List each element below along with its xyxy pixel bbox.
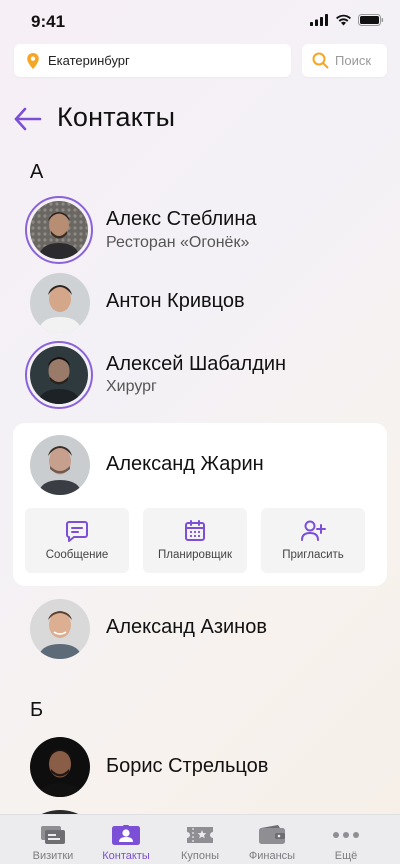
tab-label: Визитки bbox=[32, 850, 74, 862]
avatar bbox=[25, 341, 93, 409]
status-bar: 9:41 bbox=[0, 0, 400, 44]
contact-name: Александ Жарин bbox=[106, 453, 264, 475]
tab-coupons[interactable]: Купоны bbox=[160, 815, 240, 864]
avatar-photo bbox=[30, 599, 90, 659]
contacts-icon bbox=[112, 825, 140, 845]
tab-more[interactable]: Ещё bbox=[306, 815, 386, 864]
contact-name: Александ Азинов bbox=[106, 616, 267, 638]
status-icons bbox=[310, 14, 384, 26]
contact-subtitle: Хирург bbox=[106, 378, 157, 395]
contact-name: Алексей Шабалдин bbox=[106, 353, 287, 375]
contact-row[interactable]: Антон Кривцов bbox=[0, 270, 400, 340]
contact-subtitle: Ресторан «Огонёк» bbox=[106, 234, 250, 251]
wifi-icon bbox=[336, 14, 351, 26]
avatar bbox=[25, 270, 93, 338]
signal-icon bbox=[310, 14, 328, 26]
avatar bbox=[25, 596, 93, 664]
action-label: Пригласить bbox=[282, 549, 344, 561]
avatar-photo bbox=[30, 435, 90, 495]
search-input[interactable]: Поиск bbox=[302, 44, 387, 77]
tab-bar: Визитки Контакты Купоны Финансы Ещё bbox=[0, 814, 400, 864]
tab-cards[interactable]: Визитки bbox=[13, 815, 93, 864]
wallet-icon bbox=[259, 825, 285, 844]
avatar-photo bbox=[30, 201, 88, 259]
coupon-icon bbox=[187, 827, 213, 843]
action-label: Сообщение bbox=[45, 549, 109, 561]
contact-row[interactable]: Александ Азинов bbox=[0, 596, 400, 666]
contact-name: Борис Стрельцов bbox=[106, 755, 269, 777]
avatar bbox=[25, 196, 93, 264]
tab-contacts[interactable]: Контакты bbox=[86, 815, 166, 864]
contact-row[interactable]: Борис Стрельцов bbox=[0, 735, 400, 805]
page-title: Контакты bbox=[57, 102, 176, 132]
avatar-photo bbox=[30, 737, 90, 797]
status-time: 9:41 bbox=[31, 12, 66, 31]
search-placeholder: Поиск bbox=[335, 53, 372, 68]
location-pin-icon bbox=[27, 52, 39, 69]
location-selector[interactable]: Екатеринбург bbox=[14, 44, 291, 77]
contact-card-expanded[interactable]: Александ Жарин Сообщение Планировщик При… bbox=[13, 423, 387, 586]
section-letter: А bbox=[30, 161, 44, 183]
message-icon bbox=[66, 521, 88, 542]
more-icon bbox=[333, 832, 359, 838]
avatar bbox=[25, 735, 93, 803]
contact-name: Антон Кривцов bbox=[106, 290, 245, 312]
contact-name: Алекс Стеблина bbox=[106, 208, 257, 230]
contact-row[interactable]: Алексей Шабалдин Хирург bbox=[0, 341, 400, 411]
tab-label: Ещё bbox=[334, 850, 358, 862]
calendar-icon bbox=[185, 520, 205, 541]
cards-icon bbox=[41, 826, 65, 844]
location-label: Екатеринбург bbox=[48, 53, 130, 68]
action-label: Планировщик bbox=[158, 549, 232, 561]
back-arrow-icon[interactable] bbox=[13, 106, 43, 132]
avatar-photo bbox=[30, 346, 88, 404]
tab-label: Контакты bbox=[102, 850, 150, 862]
tab-label: Финансы bbox=[248, 850, 296, 862]
search-icon bbox=[312, 52, 329, 69]
battery-icon bbox=[358, 14, 384, 26]
message-button[interactable]: Сообщение bbox=[25, 508, 129, 573]
tab-label: Купоны bbox=[181, 850, 219, 862]
tab-finance[interactable]: Финансы bbox=[232, 815, 312, 864]
invite-button[interactable]: Пригласить bbox=[261, 508, 365, 573]
contact-row[interactable]: Алекс Стеблина Ресторан «Огонёк» bbox=[0, 196, 400, 266]
planner-button[interactable]: Планировщик bbox=[143, 508, 247, 573]
section-letter: Б bbox=[30, 699, 44, 721]
avatar-photo bbox=[30, 273, 90, 333]
add-user-icon bbox=[301, 520, 326, 541]
